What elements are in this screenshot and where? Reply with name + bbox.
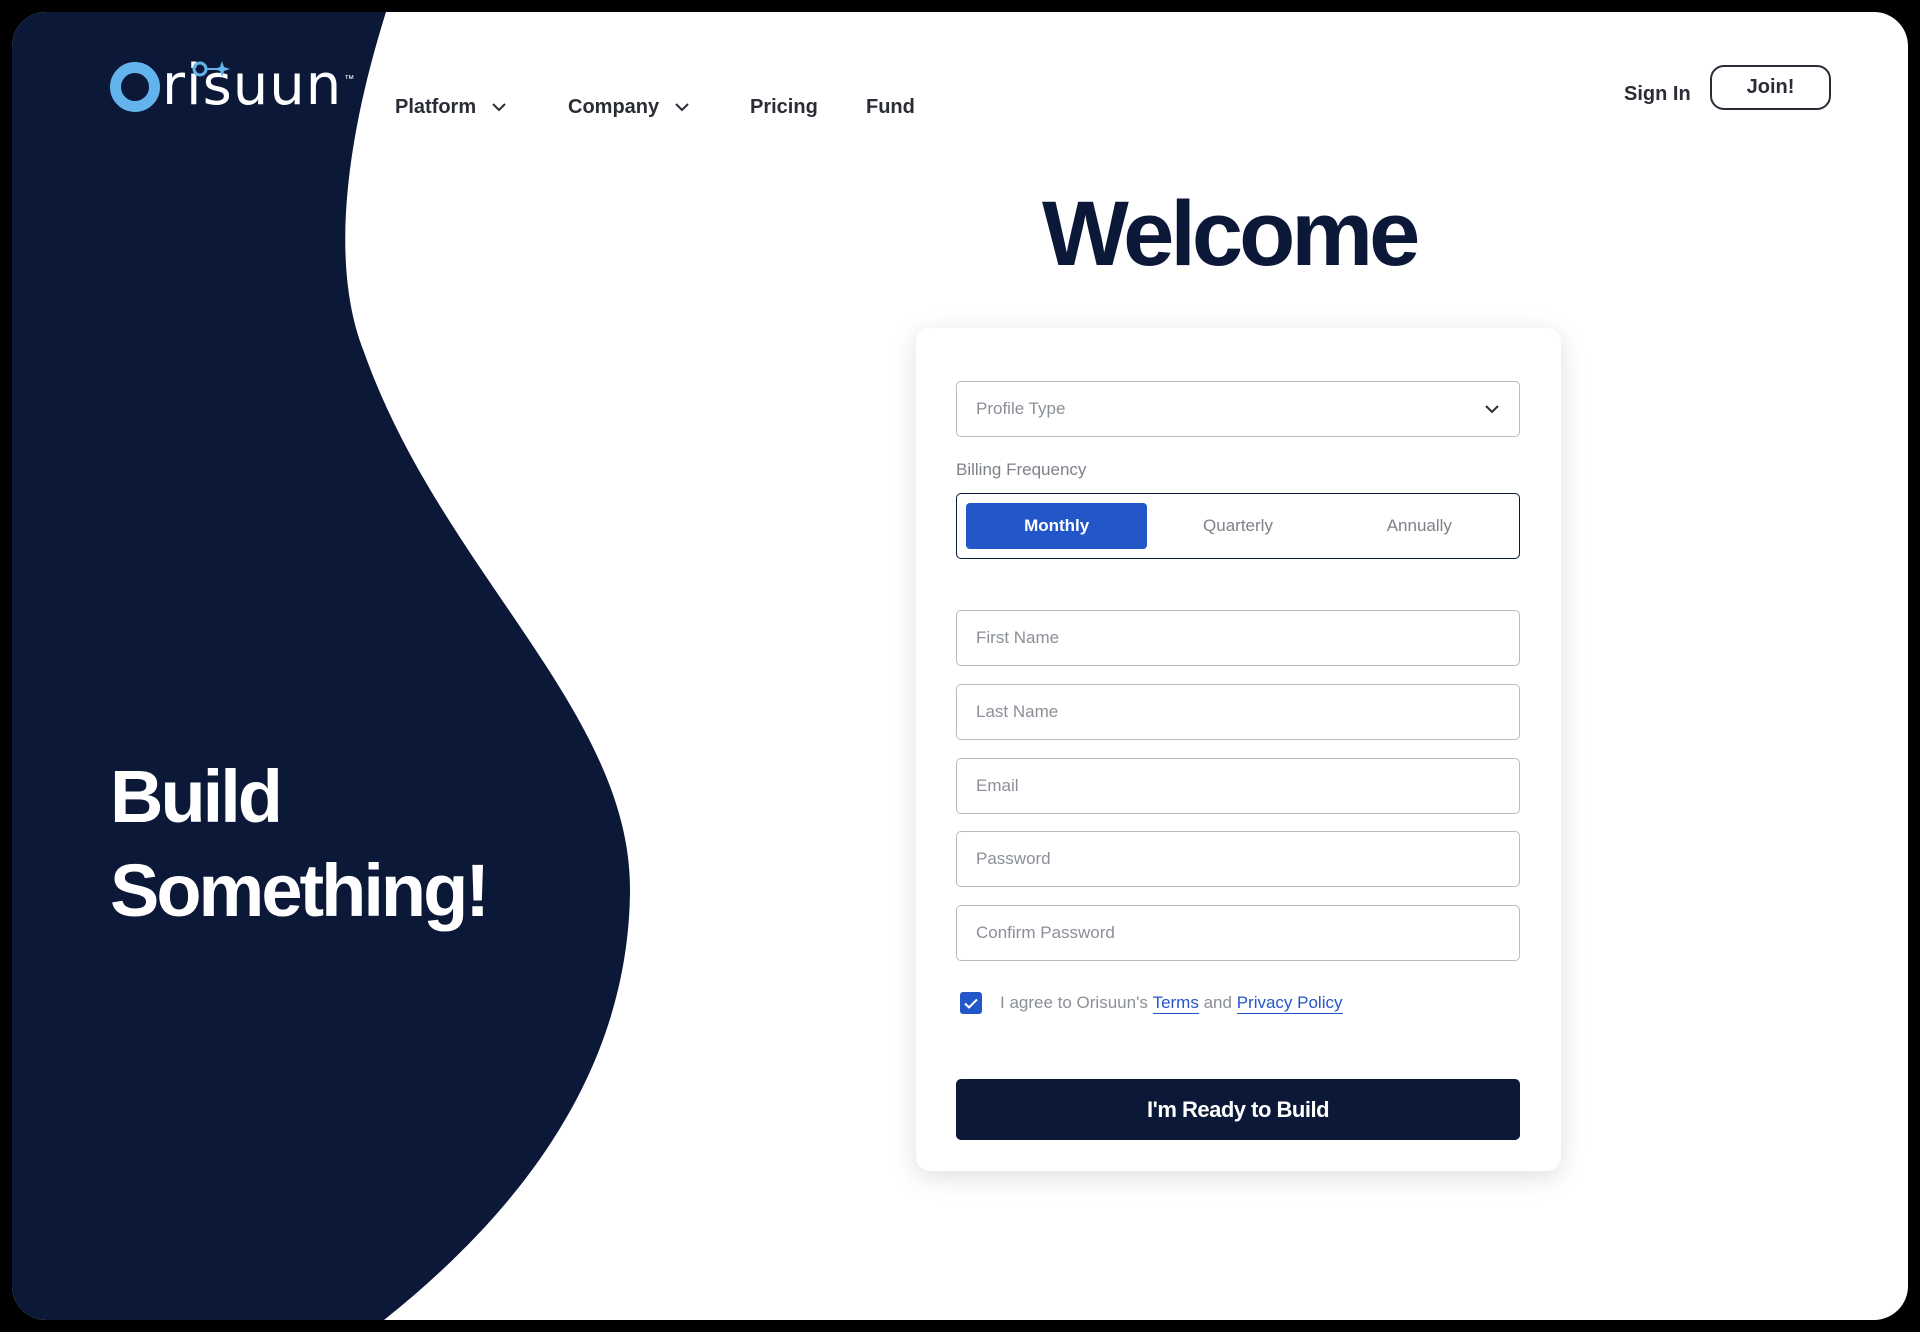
nav-label: Platform xyxy=(395,96,477,118)
logo-star-icon xyxy=(192,61,230,77)
confirm-password-field[interactable] xyxy=(956,905,1520,961)
nav-item-fund[interactable]: Fund xyxy=(866,96,915,119)
hero-line-1: Build xyxy=(110,755,283,838)
profile-type-placeholder: Profile Type xyxy=(976,399,1066,418)
privacy-policy-link[interactable]: Privacy Policy xyxy=(1236,993,1343,1014)
chevron-down-icon xyxy=(492,103,506,112)
terms-link[interactable]: Terms xyxy=(1152,993,1199,1014)
agree-and-text: and xyxy=(1203,993,1232,1012)
billing-option-quarterly[interactable]: Quarterly xyxy=(1147,503,1328,549)
signup-card: Profile Type Billing Frequency Monthly Q… xyxy=(916,328,1561,1171)
chevron-down-icon xyxy=(1485,404,1499,413)
email-field[interactable] xyxy=(956,758,1520,814)
nav-label: Company xyxy=(568,96,660,118)
agree-text: I agree to Orisuun's xyxy=(1000,993,1148,1012)
nav-item-platform[interactable]: Platform xyxy=(395,96,506,119)
billing-frequency-label: Billing Frequency xyxy=(956,460,1087,479)
nav-label: Pricing xyxy=(750,96,818,118)
first-name-field[interactable] xyxy=(956,610,1520,666)
nav-item-company[interactable]: Company xyxy=(568,96,689,119)
terms-agreement: I agree to Orisuun's Terms and Privacy P… xyxy=(960,992,1343,1014)
nav-item-pricing[interactable]: Pricing xyxy=(750,96,818,119)
password-field[interactable] xyxy=(956,831,1520,887)
billing-frequency-toggle: Monthly Quarterly Annually xyxy=(956,493,1520,559)
billing-option-annually[interactable]: Annually xyxy=(1329,503,1510,549)
logo-wordmark: risuun xyxy=(162,53,343,118)
page-frame: risuun ™ Platform Company Pricing Fund S… xyxy=(12,12,1908,1320)
page-title: Welcome xyxy=(1042,183,1420,285)
checkmark-icon xyxy=(964,998,978,1009)
billing-option-monthly[interactable]: Monthly xyxy=(966,503,1148,549)
logo-trademark: ™ xyxy=(344,74,355,85)
nav-label: Fund xyxy=(866,96,915,118)
terms-checkbox[interactable] xyxy=(960,992,982,1014)
submit-button[interactable]: I'm Ready to Build xyxy=(956,1079,1520,1140)
hero-headline: Build Something! xyxy=(110,750,490,938)
chevron-down-icon xyxy=(675,103,689,112)
last-name-field[interactable] xyxy=(956,684,1520,740)
sign-in-link[interactable]: Sign In xyxy=(1624,83,1691,106)
brand-logo[interactable]: risuun ™ xyxy=(110,53,355,118)
profile-type-select[interactable]: Profile Type xyxy=(956,381,1520,437)
logo-o-mark xyxy=(110,62,160,112)
hero-line-2: Something! xyxy=(110,849,490,932)
join-button[interactable]: Join! xyxy=(1710,65,1831,110)
